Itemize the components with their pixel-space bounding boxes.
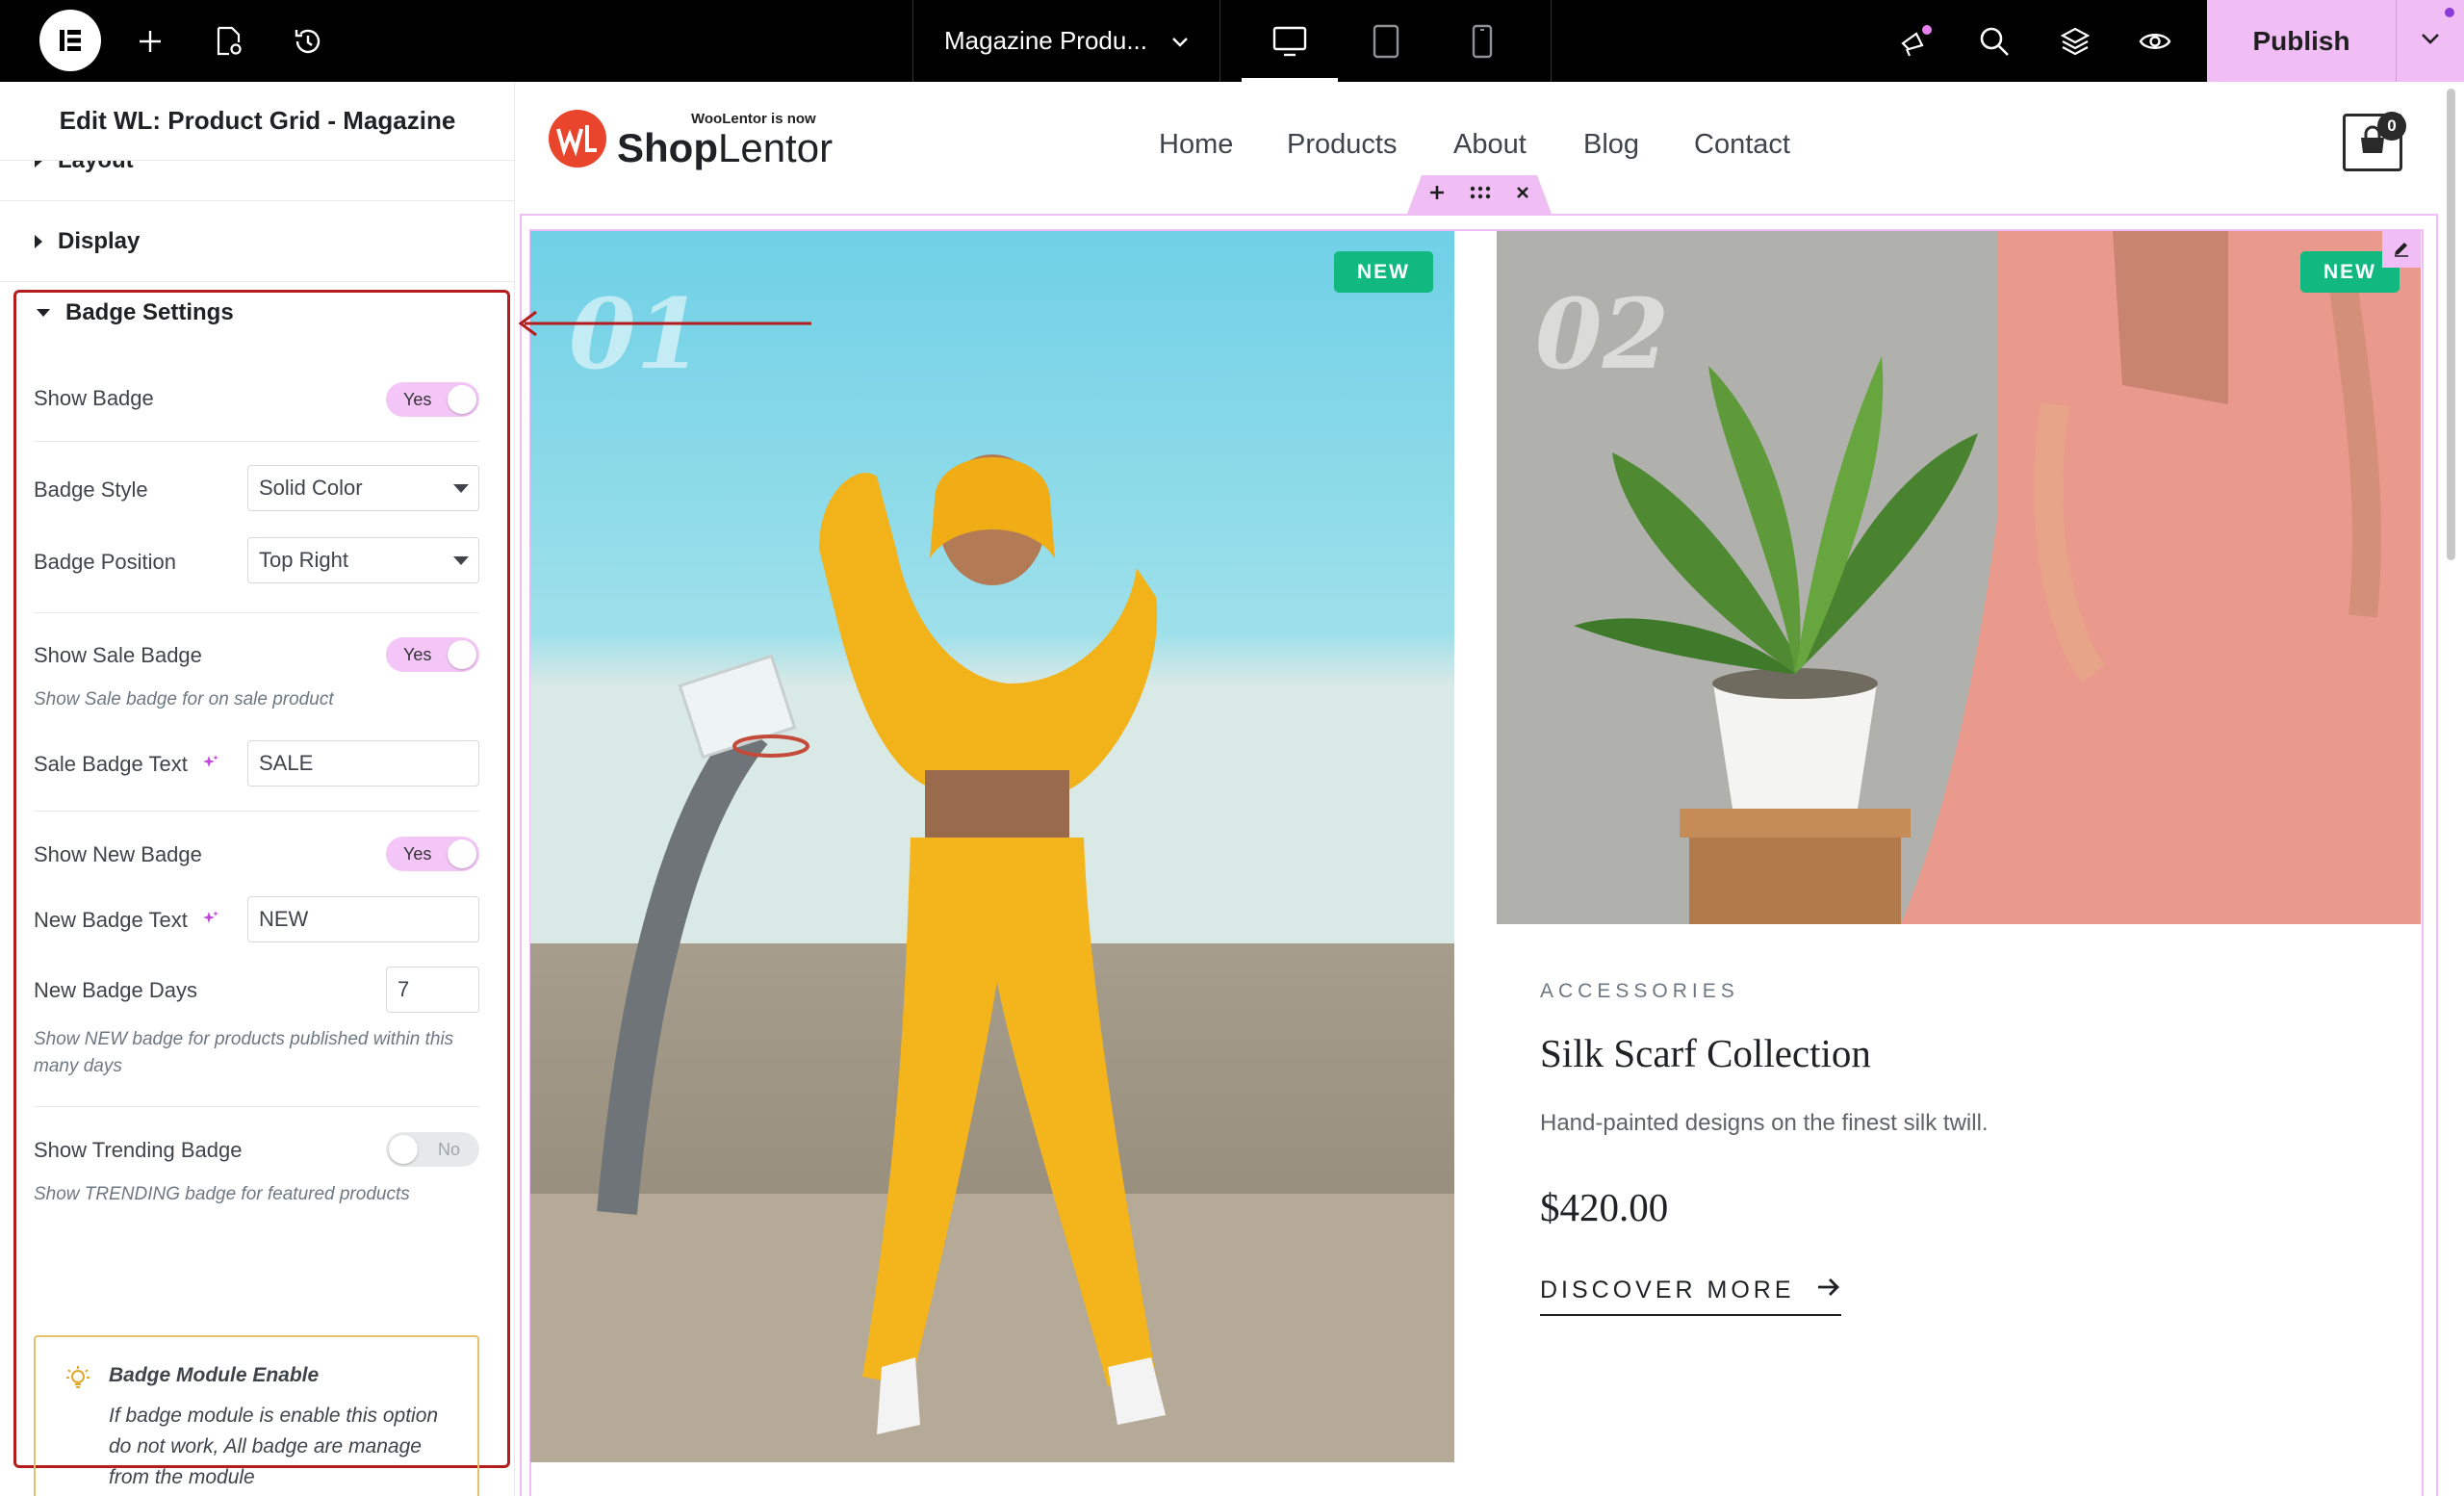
- scrollbar-thumb[interactable]: [2447, 89, 2455, 560]
- logo-wordmark[interactable]: ShopLentor: [617, 125, 833, 171]
- chevron-down-icon: [2418, 26, 2443, 56]
- history-icon[interactable]: [283, 0, 333, 82]
- document-title-select[interactable]: Magazine Produ...: [912, 0, 1220, 82]
- lightbulb-icon: [64, 1364, 91, 1396]
- elementor-logo-icon[interactable]: [39, 10, 101, 71]
- panel-title: Edit WL: Product Grid - Magazine: [0, 82, 514, 161]
- page-settings-icon[interactable]: [204, 0, 254, 82]
- desktop-icon[interactable]: [1242, 0, 1338, 82]
- product-title[interactable]: Silk Scarf Collection: [1540, 1030, 1871, 1076]
- show-trending-badge-note: Show TRENDING badge for featured product…: [34, 1184, 410, 1204]
- preview-scrollbar[interactable]: [2442, 85, 2459, 1496]
- publish-options-button[interactable]: [2396, 0, 2464, 82]
- product-description: Hand-painted designs on the finest silk …: [1540, 1110, 1989, 1136]
- badge-style-label: Badge Style: [34, 477, 148, 502]
- edit-widget-pencil-icon[interactable]: [2382, 229, 2421, 268]
- nav-home[interactable]: Home: [1159, 129, 1233, 161]
- toggle-state: No: [437, 1140, 460, 1159]
- toggle-state: Yes: [403, 645, 432, 664]
- badge-module-notice: Badge Module Enable If badge module is e…: [34, 1335, 479, 1496]
- mobile-icon[interactable]: [1434, 0, 1530, 82]
- badge-position-select[interactable]: Top Right: [247, 537, 479, 583]
- tablet-icon[interactable]: [1338, 0, 1434, 82]
- toggle-state: Yes: [403, 390, 432, 409]
- logo-bold: Shop: [617, 125, 718, 170]
- caret-right-icon: [35, 234, 42, 248]
- logo-light: Lentor: [717, 125, 834, 170]
- arrow-right-icon: [1816, 1277, 1841, 1304]
- nav-blog[interactable]: Blog: [1583, 129, 1639, 161]
- discover-more-label: DISCOVER MORE: [1540, 1277, 1795, 1303]
- show-sale-badge-toggle[interactable]: Yes: [386, 637, 479, 672]
- toggle-knob: [448, 839, 476, 868]
- chevron-down-icon: [1169, 29, 1191, 59]
- sale-badge-text-label: Sale Badge Text: [34, 752, 220, 778]
- show-trending-badge-label: Show Trending Badge: [34, 1138, 243, 1162]
- toggle-knob: [448, 640, 476, 669]
- sale-badge-text-label-text: Sale Badge Text: [34, 752, 188, 776]
- caret-down-icon: [37, 309, 50, 317]
- new-badge-days-note: Show NEW badge for products published wi…: [34, 1029, 454, 1076]
- section-badge-settings[interactable]: Badge Settings: [0, 286, 514, 340]
- search-icon[interactable]: [1969, 0, 2019, 82]
- section-display[interactable]: Display: [0, 201, 514, 282]
- show-sale-badge-note: Show Sale badge for on sale product: [34, 689, 334, 709]
- plus-icon[interactable]: [125, 0, 175, 82]
- show-badge-toggle[interactable]: Yes: [386, 382, 479, 417]
- toggle-knob: [389, 1135, 418, 1164]
- section-badge-settings-label: Badge Settings: [65, 299, 234, 325]
- document-title: Magazine Produ...: [944, 26, 1148, 55]
- editor-topbar: Magazine Produ... Publish: [0, 0, 2464, 82]
- notice-body: If badge module is enable this option do…: [109, 1405, 439, 1488]
- notification-dot: [2445, 8, 2454, 17]
- new-badge-text-label: New Badge Text: [34, 908, 220, 934]
- whats-new-icon[interactable]: [1889, 0, 1939, 82]
- discover-more-link[interactable]: DISCOVER MORE: [1540, 1277, 1841, 1316]
- product-image-2[interactable]: 02 NEW: [1497, 231, 2421, 924]
- show-new-badge-toggle[interactable]: Yes: [386, 837, 479, 871]
- add-section-icon[interactable]: [1428, 184, 1446, 206]
- close-icon[interactable]: [1515, 185, 1530, 205]
- sale-badge-text-input[interactable]: SALE: [247, 740, 479, 787]
- product-price: $420.00: [1540, 1185, 1669, 1229]
- shoplentor-logo-icon[interactable]: [547, 108, 608, 174]
- nav-about[interactable]: About: [1453, 129, 1527, 161]
- new-badge-days-label: New Badge Days: [34, 978, 197, 1002]
- layers-icon[interactable]: [2050, 0, 2100, 82]
- nav-contact[interactable]: Contact: [1694, 129, 1790, 161]
- product-category[interactable]: ACCESSORIES: [1540, 980, 1739, 1003]
- badge-style-select[interactable]: Solid Color: [247, 465, 479, 511]
- section-handle[interactable]: [1407, 175, 1552, 214]
- show-badge-label: Show Badge: [34, 386, 154, 410]
- cart-count-badge: 0: [2377, 112, 2406, 141]
- ai-sparkle-icon[interactable]: [201, 909, 220, 933]
- product-image-1[interactable]: 01 NEW: [530, 231, 1454, 1462]
- annotation-arrow-icon: [513, 308, 811, 344]
- new-badge-text-label-text: New Badge Text: [34, 908, 188, 932]
- divider: [34, 441, 479, 442]
- editor-panel: Edit WL: Product Grid - Magazine Layout …: [0, 82, 515, 1496]
- notice-title: Badge Module Enable: [109, 1364, 320, 1386]
- show-trending-badge-toggle[interactable]: No: [386, 1132, 479, 1167]
- new-badge-text-input[interactable]: NEW: [247, 896, 479, 942]
- show-new-badge-label: Show New Badge: [34, 842, 202, 866]
- drag-handle-icon[interactable]: [1469, 185, 1492, 205]
- divider: [34, 1106, 479, 1107]
- nav-products[interactable]: Products: [1287, 129, 1397, 161]
- divider: [34, 811, 479, 812]
- toggle-knob: [448, 385, 476, 414]
- new-badge-days-input[interactable]: 7: [386, 967, 479, 1013]
- divider: [34, 612, 479, 613]
- responsive-mode-switcher: [1220, 0, 1552, 82]
- section-display-label: Display: [58, 227, 141, 254]
- ai-sparkle-icon[interactable]: [201, 753, 220, 777]
- publish-button[interactable]: Publish: [2207, 0, 2396, 82]
- toggle-state: Yes: [403, 844, 432, 864]
- product-badge-new-1: NEW: [1334, 251, 1433, 293]
- preview-eye-icon[interactable]: [2130, 0, 2180, 82]
- product-number-2: 02: [1535, 277, 1670, 391]
- show-sale-badge-label: Show Sale Badge: [34, 643, 202, 667]
- badge-position-label: Badge Position: [34, 550, 176, 574]
